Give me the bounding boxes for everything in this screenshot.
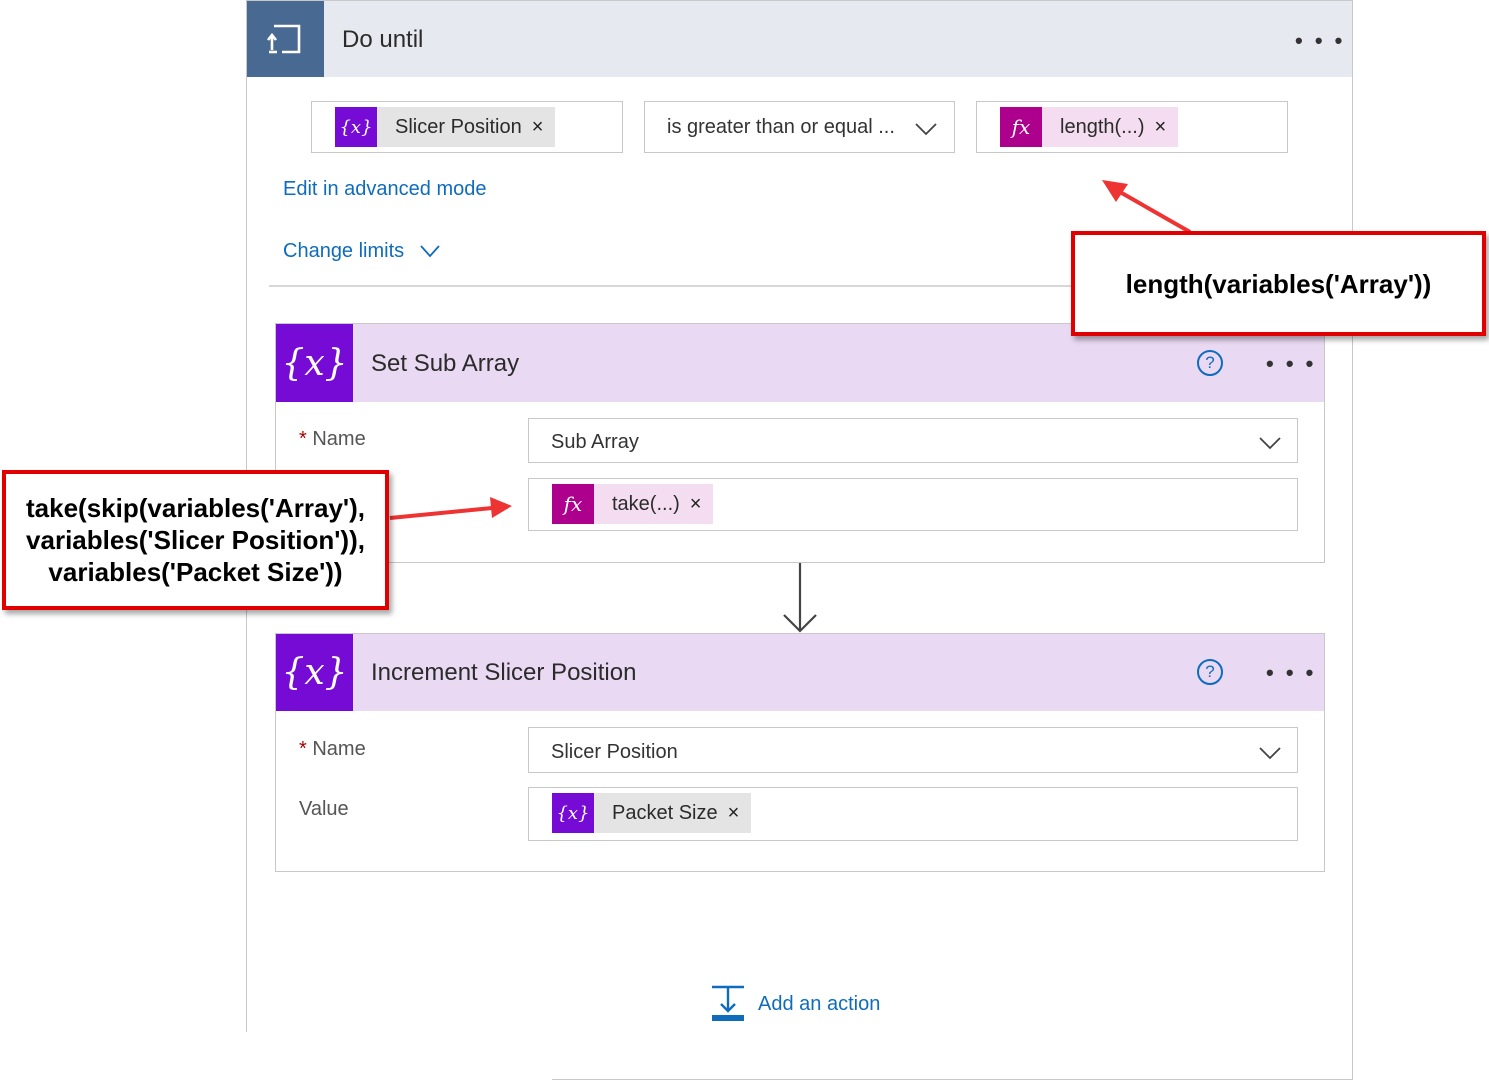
variable-icon: {x} bbox=[335, 107, 377, 147]
expression-icon: fx bbox=[1000, 107, 1042, 147]
variable-icon: {x} bbox=[552, 793, 594, 833]
token-label: Packet Size bbox=[612, 801, 718, 824]
required-marker: * bbox=[299, 428, 307, 450]
action-title: Set Sub Array bbox=[371, 350, 520, 377]
canvas-background bbox=[246, 1032, 552, 1081]
name-field-label: * Name bbox=[299, 428, 366, 451]
help-icon[interactable]: ? bbox=[1197, 659, 1223, 685]
name-dropdown[interactable]: Slicer Position bbox=[528, 727, 1298, 773]
value-field[interactable]: fx take(...) × bbox=[528, 478, 1298, 531]
change-limits-label: Change limits bbox=[283, 240, 405, 262]
expression-icon: fx bbox=[552, 484, 594, 524]
chevron-down-icon bbox=[1259, 437, 1281, 450]
remove-token-icon[interactable]: × bbox=[690, 493, 714, 516]
change-limits-toggle[interactable]: Change limits bbox=[283, 240, 440, 263]
name-dropdown-value: Slicer Position bbox=[551, 741, 678, 763]
add-action-label: Add an action bbox=[758, 992, 881, 1015]
length-callout-text: length(variables('Array')) bbox=[1125, 268, 1432, 299]
condition-left-operand-field[interactable]: {x} Slicer Position × bbox=[311, 101, 623, 153]
take-callout: take(skip(variables('Array'), variables(… bbox=[2, 470, 389, 610]
operator-value: is greater than or equal ... bbox=[667, 116, 895, 138]
action-title: Increment Slicer Position bbox=[371, 659, 637, 686]
remove-token-icon[interactable]: × bbox=[1154, 116, 1178, 139]
chevron-down-icon bbox=[1259, 747, 1281, 760]
variable-icon: {x} bbox=[276, 634, 353, 711]
take-expression-token[interactable]: fx take(...) × bbox=[552, 484, 714, 524]
name-field-label: * Name bbox=[299, 738, 366, 761]
remove-token-icon[interactable]: × bbox=[532, 116, 556, 139]
help-icon[interactable]: ? bbox=[1197, 350, 1223, 376]
do-until-icon bbox=[247, 1, 324, 77]
take-callout-line: variables('Slicer Position')), bbox=[26, 525, 365, 555]
action-more-menu[interactable]: • • • bbox=[1266, 353, 1316, 375]
condition-right-operand-field[interactable]: fx length(...) × bbox=[976, 101, 1288, 153]
action-more-menu[interactable]: • • • bbox=[1266, 662, 1316, 684]
chevron-down-icon bbox=[915, 123, 937, 136]
take-callout-line: variables('Packet Size')) bbox=[48, 557, 343, 587]
do-until-title: Do until bbox=[342, 26, 424, 53]
token-label: Slicer Position bbox=[395, 115, 522, 138]
name-label-text: Name bbox=[312, 738, 366, 760]
do-until-more-menu[interactable]: • • • bbox=[1295, 30, 1345, 52]
add-action-button[interactable]: Add an action bbox=[710, 985, 880, 1023]
edit-advanced-mode-link[interactable]: Edit in advanced mode bbox=[283, 178, 486, 201]
packet-size-token[interactable]: {x} Packet Size × bbox=[552, 793, 752, 833]
chevron-down-icon bbox=[420, 245, 440, 258]
slicer-position-token[interactable]: {x} Slicer Position × bbox=[335, 107, 556, 147]
name-dropdown[interactable]: Sub Array bbox=[528, 418, 1298, 463]
add-action-icon bbox=[712, 985, 744, 1021]
take-callout-text: take(skip(variables('Array'), variables(… bbox=[26, 492, 365, 588]
value-field[interactable]: {x} Packet Size × bbox=[528, 787, 1298, 841]
condition-operator-dropdown[interactable]: is greater than or equal ... bbox=[644, 101, 955, 153]
length-expression-token[interactable]: fx length(...) × bbox=[1000, 107, 1179, 147]
variable-icon: {x} bbox=[276, 324, 353, 402]
value-field-label: Value bbox=[299, 798, 349, 820]
token-label: length(...) bbox=[1060, 115, 1145, 138]
required-marker: * bbox=[299, 738, 307, 760]
remove-token-icon[interactable]: × bbox=[728, 802, 752, 825]
take-callout-line: take(skip(variables('Array'), bbox=[26, 493, 365, 523]
name-dropdown-value: Sub Array bbox=[551, 431, 639, 453]
name-label-text: Name bbox=[312, 428, 366, 450]
length-callout: length(variables('Array')) bbox=[1071, 231, 1486, 336]
flow-arrow-icon bbox=[783, 563, 817, 633]
token-label: take(...) bbox=[612, 492, 680, 515]
